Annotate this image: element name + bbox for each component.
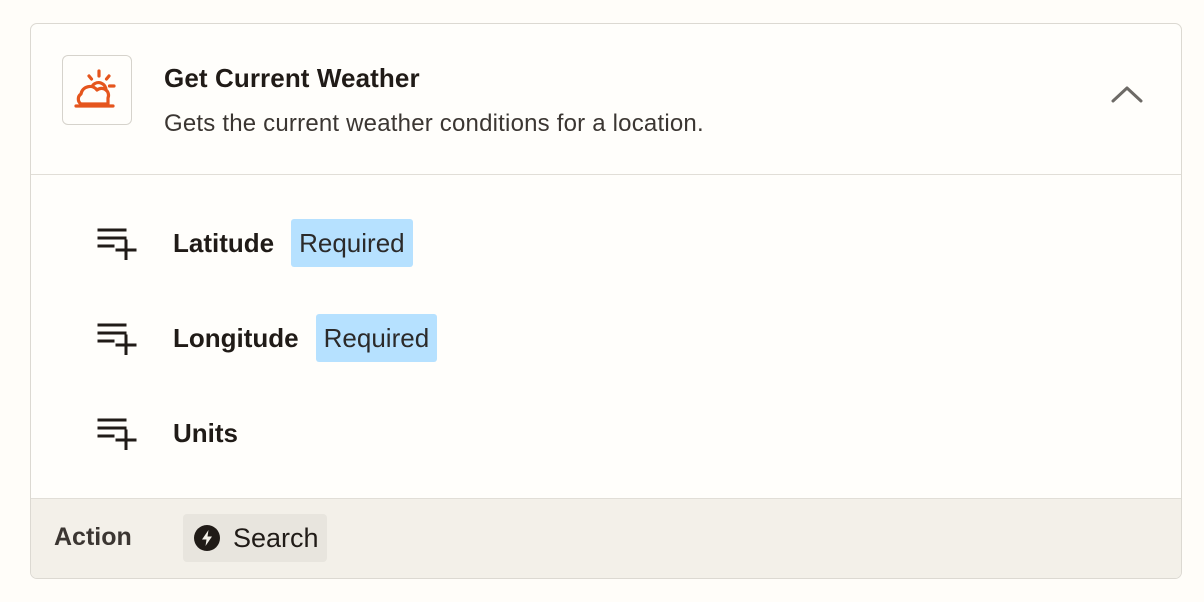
chevron-up-icon: [1111, 86, 1143, 103]
action-type-label: Action: [54, 523, 132, 551]
required-badge: Required: [291, 219, 413, 267]
list-add-icon: [97, 225, 137, 261]
list-add-icon: [97, 320, 137, 356]
list-add-icon: [97, 415, 137, 451]
action-description: Gets the current weather conditions for …: [164, 110, 704, 137]
weather-app-icon: [62, 55, 132, 125]
action-type-value: Search: [233, 522, 319, 553]
card-header: Get Current Weather Gets the current wea…: [31, 24, 1181, 175]
action-type-chip[interactable]: Search: [183, 514, 327, 562]
input-fields-list: Latitude Required Longitude Required Uni…: [31, 175, 1181, 501]
bolt-icon: [193, 524, 221, 552]
required-badge: Required: [315, 314, 438, 362]
field-row-latitude[interactable]: Latitude Required: [97, 219, 413, 267]
field-label: Latitude: [173, 227, 275, 258]
card-footer: Action Search: [31, 498, 1181, 578]
field-row-units[interactable]: Units: [97, 409, 238, 457]
action-title: Get Current Weather: [164, 63, 420, 93]
field-label: Units: [173, 417, 238, 448]
collapse-button[interactable]: [1099, 72, 1155, 116]
field-label: Longitude: [173, 322, 299, 353]
field-row-longitude[interactable]: Longitude Required: [97, 314, 438, 362]
action-card: Get Current Weather Gets the current wea…: [30, 23, 1182, 579]
weather-sun-cloud-icon: [74, 69, 116, 108]
